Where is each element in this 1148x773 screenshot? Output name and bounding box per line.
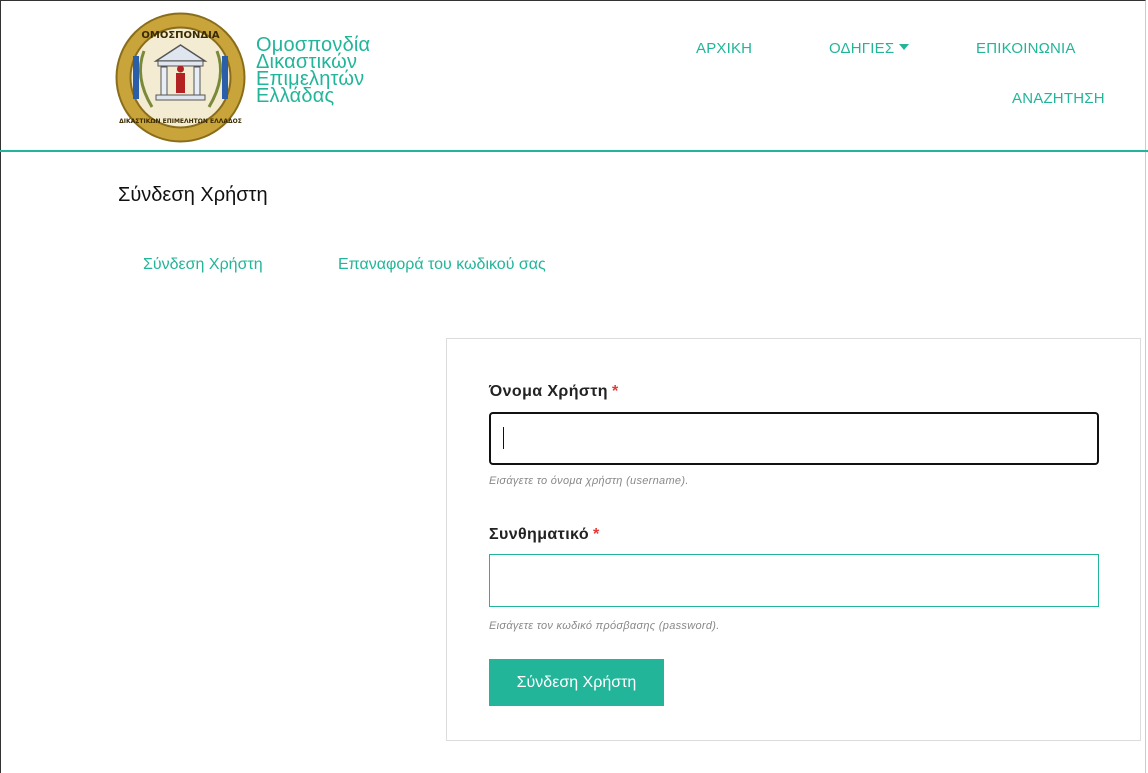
tab-login[interactable]: Σύνδεση Χρήστη: [143, 256, 263, 274]
logo-bottom-text: ΔΙΚΑΣΤΙΚΩΝ ΕΠΙΜΕΛΗΤΩΝ ΕΛΛΑΔΟΣ: [119, 118, 242, 125]
federation-emblem-icon[interactable]: ΟΜΟΣΠΟΝΔΙΑ ΔΙΚΑΣΤΙΚΩΝ ΕΠΙΜΕΛΗΤΩΝ ΕΛΛΑΔΟΣ: [114, 11, 247, 144]
password-label-text: Συνθηματικό: [489, 526, 590, 543]
required-marker: *: [593, 526, 600, 543]
login-submit-button[interactable]: Σύνδεση Χρήστη: [489, 659, 664, 706]
nav-home[interactable]: ΑΡΧΙΚΗ: [696, 40, 752, 57]
site-header: ΟΜΟΣΠΟΝΔΙΑ ΔΙΚΑΣΤΙΚΩΝ ΕΠΙΜΕΛΗΤΩΝ ΕΛΛΑΔΟΣ…: [0, 0, 1148, 152]
page-title: Σύνδεση Χρήστη: [118, 184, 268, 206]
brand-line-4: Ελλάδας: [256, 85, 335, 107]
nav-contact[interactable]: ΕΠΙΚΟΙΝΩΝΙΑ: [976, 40, 1076, 57]
nav-search[interactable]: ΑΝΑΖΗΤΗΣΗ: [1012, 90, 1105, 107]
password-input[interactable]: [489, 554, 1099, 607]
logo-top-text: ΟΜΟΣΠΟΝΔΙΑ: [141, 30, 219, 41]
required-marker: *: [611, 383, 619, 400]
password-label: Συνθηματικό *: [489, 526, 600, 544]
tab-reset-password[interactable]: Επαναφορά του κωδικού σας: [338, 256, 546, 274]
username-input[interactable]: [489, 412, 1099, 465]
nav-guides-label: ΟΔΗΓΙΕΣ: [829, 40, 895, 57]
username-label-text: Όνομα Χρήστη: [489, 383, 608, 400]
site-brand[interactable]: Ομοσπονδία Δικαστικών Επιμελητών Ελλάδας: [256, 35, 370, 107]
username-hint: Εισάγετε το όνομα χρήστη (username).: [489, 475, 689, 487]
text-cursor: [503, 427, 504, 449]
password-hint: Εισάγετε τον κωδικό πρόσβασης (password)…: [489, 620, 720, 632]
nav-guides[interactable]: ΟΔΗΓΙΕΣ: [829, 40, 910, 57]
caret-down-icon: [899, 44, 910, 50]
username-label: Όνομα Χρήστη *: [489, 383, 619, 401]
